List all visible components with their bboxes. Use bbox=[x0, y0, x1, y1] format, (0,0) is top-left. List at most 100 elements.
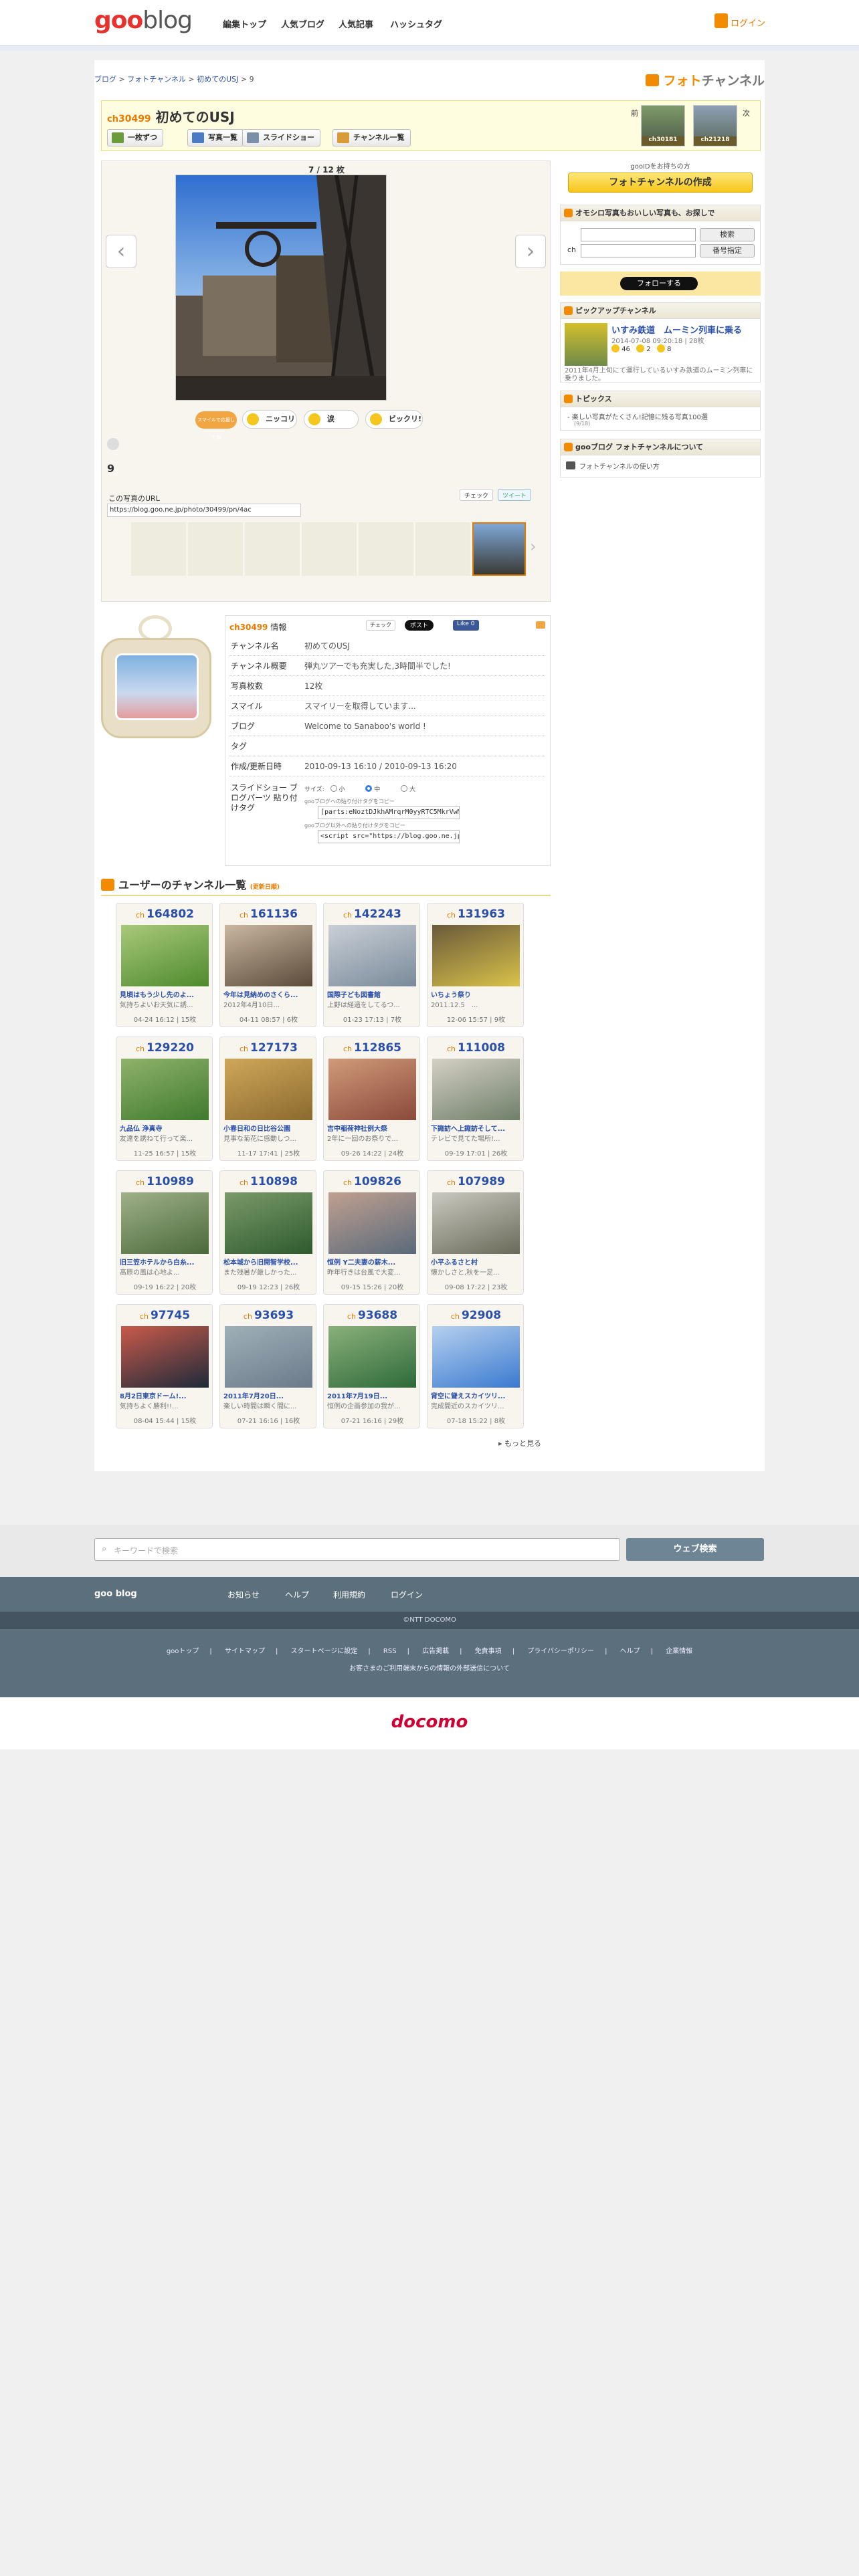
channel-card[interactable]: ch 111008 下諏訪へ上諏訪そして... テレビで見てた場所!... 09-19 … bbox=[427, 1037, 524, 1161]
channel-card[interactable]: ch 127173 小春日和の日比谷公園 見事な菊花に感動しつ... 11-17 17:… bbox=[219, 1037, 316, 1161]
card-channel-number[interactable]: ch 110989 bbox=[116, 1175, 213, 1188]
card-photo[interactable] bbox=[432, 1326, 520, 1388]
thumbnail-selected[interactable] bbox=[472, 522, 526, 576]
x-follow-button[interactable]: フォローする bbox=[620, 277, 698, 290]
card-photo[interactable] bbox=[121, 1192, 209, 1254]
channel-card[interactable]: ch 110989 旧三笠ホテルから白糸... 高原の風は心地よ... 09-19 16… bbox=[116, 1170, 213, 1295]
thumbnail-next-icon[interactable]: › bbox=[530, 537, 537, 556]
card-channel-number[interactable]: ch 93693 bbox=[220, 1309, 317, 1322]
reaction-surprise-button[interactable]: ビックリ! bbox=[365, 410, 423, 429]
card-photo[interactable] bbox=[121, 1059, 209, 1120]
channel-card[interactable]: ch 112865 吉中稲荷神社例大祭 2年に一回のお祭りで... 09-26 14:2… bbox=[323, 1037, 420, 1161]
goo-tag-field[interactable]: [parts:eNoztDJkhAMrqrM0yyRTC5MkrVwMT bbox=[318, 806, 460, 819]
photo-list-button[interactable]: 写真一覧 bbox=[187, 129, 244, 146]
card-photo[interactable] bbox=[225, 1192, 312, 1254]
blog-link[interactable]: Welcome to Sanaboo's world ! bbox=[304, 716, 426, 736]
card-title[interactable]: 2011年7月20日... bbox=[223, 1390, 314, 1400]
card-photo[interactable] bbox=[121, 1326, 209, 1388]
facebook-like-button[interactable]: Like 0 bbox=[453, 620, 479, 631]
footer-link[interactable]: gooトップ bbox=[167, 1648, 199, 1655]
card-photo[interactable] bbox=[328, 925, 416, 986]
footer-help[interactable]: ヘルプ bbox=[285, 1589, 309, 1600]
search-button[interactable]: 検索 bbox=[700, 228, 755, 241]
card-channel-number[interactable]: ch 164802 bbox=[116, 907, 213, 921]
footer-brand[interactable]: goo blog bbox=[94, 1589, 137, 1599]
card-photo[interactable] bbox=[432, 925, 520, 986]
thumbnail[interactable] bbox=[245, 522, 300, 576]
pickup-thumbnail[interactable] bbox=[565, 323, 607, 366]
card-title[interactable]: 小春日和の日比谷公園 bbox=[223, 1123, 314, 1133]
channel-card[interactable]: ch 142243 国際子ども図書館 上野は経過をしてるつ... 01-23 17:13… bbox=[323, 903, 420, 1027]
footer-link[interactable]: 広告掲載 bbox=[422, 1648, 449, 1655]
card-title[interactable]: 2011年7月19日... bbox=[327, 1390, 417, 1400]
card-title[interactable]: 小平ふるさと村 bbox=[431, 1257, 521, 1267]
card-title[interactable]: 旧三笠ホテルから白糸... bbox=[120, 1257, 210, 1267]
card-photo[interactable] bbox=[225, 1326, 312, 1388]
card-channel-number[interactable]: ch 131963 bbox=[427, 907, 524, 921]
card-channel-number[interactable]: ch 107989 bbox=[427, 1175, 524, 1188]
reaction-tears-button[interactable]: 涙 bbox=[304, 410, 359, 429]
external-transmission-link[interactable]: お客さまのご利用端末からの情報の外部送信について bbox=[0, 1662, 859, 1673]
channel-card[interactable]: ch 131963 いちょう祭り 2011.12.5 ... 12-06 15:57 |… bbox=[427, 903, 524, 1027]
how-to-use-link[interactable]: フォトチャンネルの使い方 bbox=[579, 461, 660, 471]
footer-news[interactable]: お知らせ bbox=[227, 1589, 260, 1600]
card-channel-number[interactable]: ch 110898 bbox=[220, 1175, 317, 1188]
web-search-button[interactable]: ウェブ検索 bbox=[626, 1538, 764, 1561]
card-photo[interactable] bbox=[432, 1059, 520, 1120]
channel-card[interactable]: ch 93688 2011年7月19日... 恒例の企画参加の我が... 07-21 1… bbox=[323, 1304, 420, 1428]
channel-card[interactable]: ch 110898 松本城から旧開智学校... また残暑が厳しかった... 09-19 … bbox=[219, 1170, 316, 1295]
card-channel-number[interactable]: ch 109826 bbox=[324, 1175, 421, 1188]
footer-link[interactable]: 免責事項 bbox=[475, 1648, 502, 1655]
card-title[interactable]: 松本城から旧開智学校... bbox=[223, 1257, 314, 1267]
card-title[interactable]: 8月2日東京ドーム!... bbox=[120, 1390, 210, 1400]
card-photo[interactable] bbox=[432, 1192, 520, 1254]
main-photo[interactable] bbox=[175, 175, 387, 401]
breadcrumb-blog[interactable]: ブログ bbox=[94, 75, 116, 84]
card-channel-number[interactable]: ch 92908 bbox=[427, 1309, 524, 1322]
ext-tag-field[interactable]: <script src="https://blog.goo.ne.jp/swf/… bbox=[318, 830, 460, 843]
card-channel-number[interactable]: ch 142243 bbox=[324, 907, 421, 921]
channel-card[interactable]: ch 129220 九品仏 浄真寺 友達を誘ねて行って楽... 11-25 16:57 … bbox=[116, 1037, 213, 1161]
info-check-button[interactable]: チェック bbox=[366, 620, 395, 631]
channel-cover-photo[interactable] bbox=[115, 653, 199, 720]
channel-card[interactable]: ch 164802 見頃はもう少し先のよ... 気持ちよいお天気に誘... 04-24 … bbox=[116, 903, 213, 1027]
thumbnail[interactable] bbox=[302, 522, 357, 576]
card-title[interactable]: 恒例 Y二夫妻の薪木... bbox=[327, 1257, 417, 1267]
slideshow-button[interactable]: スライドショー bbox=[242, 129, 320, 146]
footer-link[interactable]: スタートページに設定 bbox=[291, 1648, 358, 1655]
footer-link[interactable]: サイトマップ bbox=[225, 1648, 265, 1655]
card-title[interactable]: 背空に聳えスカイツリ... bbox=[431, 1390, 521, 1400]
reaction-smile-button[interactable]: ニッコリ bbox=[242, 410, 297, 429]
photo-url-field[interactable]: https://blog.goo.ne.jp/photo/30499/pn/4a… bbox=[107, 504, 301, 517]
create-channel-button[interactable]: フォトチャンネルの作成 bbox=[568, 173, 753, 193]
card-photo[interactable] bbox=[328, 1192, 416, 1254]
next-photo-button[interactable]: › bbox=[515, 235, 546, 268]
card-title[interactable]: 国際子ども図書館 bbox=[327, 989, 417, 999]
breadcrumb-photo-channel[interactable]: フォトチャンネル bbox=[127, 75, 186, 84]
pickup-channel-title[interactable]: いすみ鉄道 ムーミン列車に乗る bbox=[611, 323, 742, 336]
card-title[interactable]: 下諏訪へ上諏訪そして... bbox=[431, 1123, 521, 1133]
channel-card[interactable]: ch 92908 背空に聳えスカイツリ... 完成間近のスカイツリ... 07-18 1… bbox=[427, 1304, 524, 1428]
card-channel-number[interactable]: ch 112865 bbox=[324, 1041, 421, 1055]
prev-channel-thumb[interactable]: ch30181 bbox=[641, 105, 685, 146]
channel-card[interactable]: ch 109826 恒例 Y二夫妻の薪木... 昨年行きは台風で大変... 09-15 … bbox=[323, 1170, 420, 1295]
card-channel-number[interactable]: ch 111008 bbox=[427, 1041, 524, 1055]
card-photo[interactable] bbox=[225, 925, 312, 986]
card-channel-number[interactable]: ch 127173 bbox=[220, 1041, 317, 1055]
card-channel-number[interactable]: ch 129220 bbox=[116, 1041, 213, 1055]
nav-edit-top[interactable]: 編集トップ bbox=[223, 17, 266, 30]
nav-popular-blogs[interactable]: 人気ブログ bbox=[281, 17, 324, 30]
channel-card[interactable]: ch 97745 8月2日東京ドーム!... 気持ちよく勝利!!... 08-04 15… bbox=[116, 1304, 213, 1428]
nav-popular-articles[interactable]: 人気記事 bbox=[339, 17, 373, 30]
card-channel-number[interactable]: ch 93688 bbox=[324, 1309, 421, 1322]
size-large-radio[interactable] bbox=[401, 785, 408, 792]
x-post-button[interactable]: ポスト bbox=[405, 620, 434, 631]
footer-terms[interactable]: 利用規約 bbox=[333, 1589, 365, 1600]
channel-card[interactable]: ch 161136 今年は見納めのさくら... 2012年4月10日... 04-11 … bbox=[219, 903, 316, 1027]
channel-card[interactable]: ch 93693 2011年7月20日... 楽しい時間は瞬く間に... 07-21 1… bbox=[219, 1304, 316, 1428]
card-photo[interactable] bbox=[328, 1059, 416, 1120]
thumbnail[interactable] bbox=[131, 522, 186, 576]
footer-link[interactable]: プライバシーポリシー bbox=[527, 1648, 594, 1655]
card-channel-number[interactable]: ch 161136 bbox=[220, 907, 317, 921]
next-channel-thumb[interactable]: ch21218 bbox=[693, 105, 737, 146]
